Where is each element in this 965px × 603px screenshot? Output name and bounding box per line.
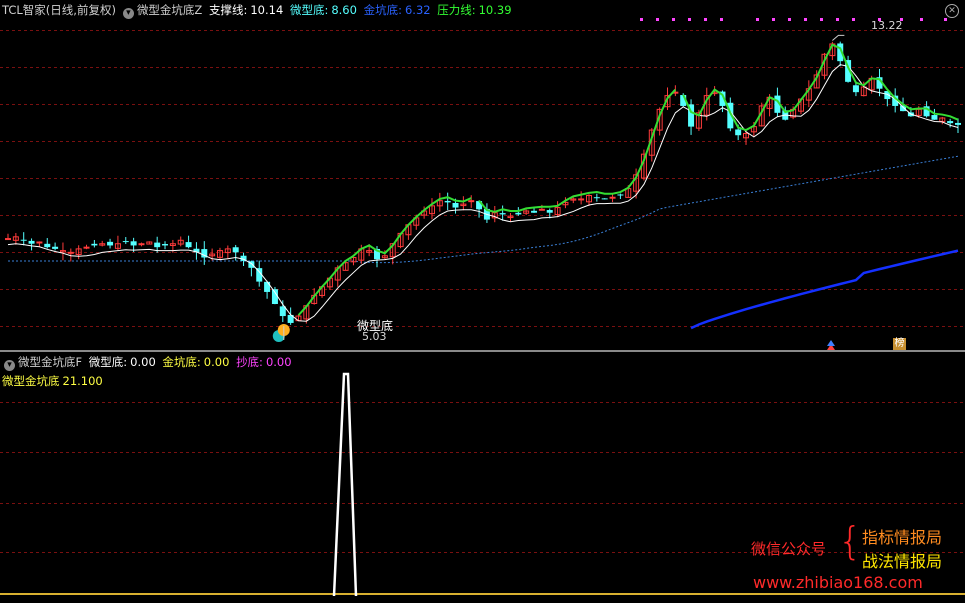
signal-dot <box>720 18 723 21</box>
indicator-name[interactable]: 微型金坑底Z <box>137 3 202 17</box>
lower-micro-value: 0.00 <box>130 355 156 369</box>
support-line <box>7 64 959 322</box>
candle-body <box>531 210 538 213</box>
main-panel-header: TCL智家(日线,前复权) ▾ 微型金坑底Z 支撑线: 10.14 微型底: 8.60 … <box>2 3 515 19</box>
candle-body <box>546 210 553 213</box>
high-price-label: 13.22 <box>871 19 903 32</box>
stock-name[interactable]: TCL智家 <box>2 3 46 17</box>
candle-body <box>735 129 742 136</box>
high-pointer <box>832 34 845 41</box>
watermark-brand-2: 战法情报局 <box>862 552 943 571</box>
candle-body <box>593 197 600 199</box>
candle-body <box>162 244 169 246</box>
candle-body <box>578 198 585 201</box>
signal-dot <box>688 18 691 21</box>
candle-body <box>232 247 239 253</box>
signal-dot <box>640 18 643 21</box>
candle-body <box>44 243 51 248</box>
signal-dot <box>704 18 707 21</box>
candle-body <box>28 240 35 244</box>
candle-body <box>91 243 98 246</box>
lower-micro-label: 微型底: <box>88 355 128 369</box>
candle-body <box>20 239 27 241</box>
candle-body <box>5 238 11 241</box>
gold-value: 6.32 <box>404 3 431 17</box>
micro-value: 8.60 <box>331 3 357 17</box>
indicator-panel[interactable]: ▾ 微型金坑底F 微型底: 0.00 金坑底: 0.00 抄底: 0.00 微型金坑底 2… <box>0 352 965 599</box>
candle-body <box>499 213 506 215</box>
signal-dot <box>852 18 855 21</box>
candle-body <box>609 196 616 199</box>
dashed-ma-line <box>8 155 959 264</box>
candle-body <box>444 200 451 203</box>
candle-body <box>601 198 608 200</box>
lower-indicator-name[interactable]: 微型金坑底F <box>18 355 82 369</box>
candle-body <box>947 121 954 124</box>
candle-body <box>130 241 137 246</box>
candle-body <box>185 242 192 248</box>
period-label: (日线,前复权) <box>45 3 116 17</box>
candle-body <box>36 241 43 244</box>
support-label: 支撑线: <box>208 3 248 17</box>
pressure-label: 压力线: <box>437 3 476 17</box>
lower-gold-value: 0.00 <box>203 355 230 369</box>
indicator-spike <box>332 372 358 597</box>
series-label: 微型金坑底 <box>2 374 60 388</box>
pressure-line <box>478 88 677 213</box>
pressure-value: 10.39 <box>478 3 512 17</box>
candlestick-chart[interactable] <box>0 0 965 350</box>
candle-body <box>271 289 278 304</box>
signal-dot <box>756 18 759 21</box>
candle-body <box>931 115 938 120</box>
signal-dot <box>820 18 823 21</box>
lower-bottom-label: 抄底: <box>236 355 263 369</box>
close-icon[interactable]: ✕ <box>945 4 959 18</box>
candle-body <box>83 246 90 249</box>
candle-body <box>264 281 271 292</box>
candle-body <box>107 241 114 246</box>
signal-dot <box>672 18 675 21</box>
dropdown-icon[interactable]: ▾ <box>122 8 134 19</box>
signal-dot <box>772 18 775 21</box>
arrow-icon <box>827 340 835 346</box>
indicator-panel-header: ▾ 微型金坑底F 微型底: 0.00 金坑底: 0.00 抄底: 0.00 <box>2 355 295 371</box>
signal-dot <box>944 18 947 21</box>
gold-label: 金坑底: <box>363 3 402 17</box>
micro-label: 微型底: <box>289 3 329 17</box>
support-value: 10.14 <box>250 3 284 17</box>
candle-body <box>452 202 459 208</box>
signal-dot <box>656 18 659 21</box>
candle-body <box>67 251 74 254</box>
candle-body <box>538 208 545 211</box>
signal-dot <box>788 18 791 21</box>
badge-icon[interactable]: 榜 <box>893 338 906 350</box>
series-value: 21.100 <box>62 374 103 388</box>
signal-label: 微型底 <box>357 319 394 333</box>
candle-body <box>468 200 475 203</box>
signal-dot <box>804 18 807 21</box>
watermark-url[interactable]: www.zhibiao168.com <box>753 573 923 592</box>
brace-icon: { <box>838 519 863 563</box>
candle-body <box>617 194 624 196</box>
candle-body <box>955 122 961 125</box>
pressure-line <box>682 43 959 132</box>
candle-body <box>52 246 59 249</box>
series-legend: 微型金坑底 21.100 <box>2 374 106 388</box>
signal-dot <box>836 18 839 21</box>
lower-gold-label: 金坑底: <box>162 355 201 369</box>
indicator-chart[interactable] <box>0 352 965 599</box>
candle-body <box>515 212 522 215</box>
candle-body <box>122 241 129 243</box>
watermark-brand-1: 指标情报局 <box>862 528 943 547</box>
candle-body <box>154 242 161 248</box>
watermark-label: 微信公众号 <box>751 540 827 558</box>
candle-body <box>138 243 145 246</box>
candle-body <box>852 85 859 93</box>
main-price-panel[interactable]: TCL智家(日线,前复权) ▾ 微型金坑底Z 支撑线: 10.14 微型底: 8.60 … <box>0 0 965 350</box>
dropdown-icon[interactable]: ▾ <box>4 360 15 371</box>
signal-dot <box>920 18 923 21</box>
lower-bottom-value: 0.00 <box>265 355 292 369</box>
